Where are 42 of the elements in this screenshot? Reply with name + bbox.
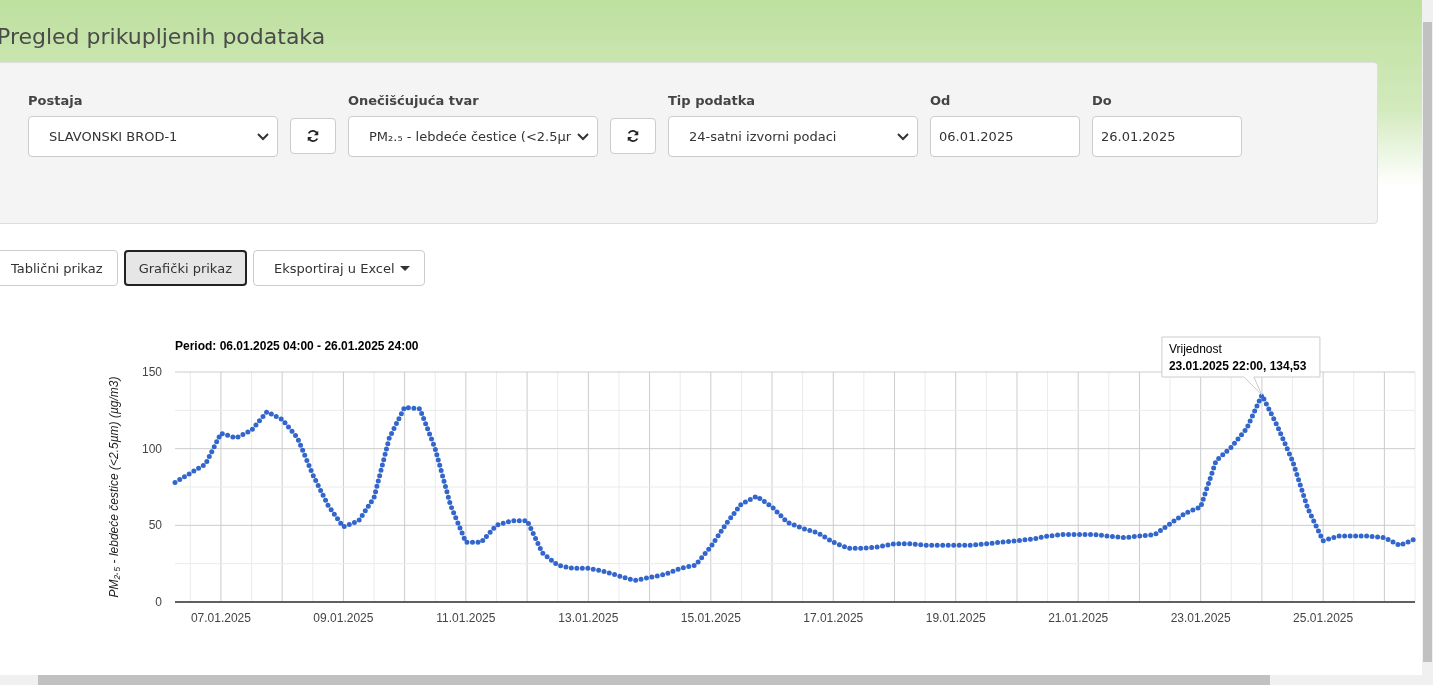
- x-tick-label: 17.01.2025: [803, 611, 864, 625]
- field-label: Onečišćujuća tvar: [348, 93, 480, 108]
- chart-title: Period: 06.01.2025 04:00 - 26.01.2025 24:00: [175, 339, 419, 353]
- chevron-down-icon: [897, 132, 909, 141]
- field-label: Od: [930, 93, 952, 108]
- field-label: Postaja: [28, 93, 84, 108]
- vertical-scrollbar[interactable]: [1422, 0, 1433, 685]
- y-tick-label: 100: [141, 441, 162, 456]
- y-tick-label: 50: [148, 518, 162, 533]
- x-tick-label: 23.01.2025: [1170, 611, 1231, 625]
- view-tab[interactable]: Tablični prikaz: [0, 250, 118, 286]
- view-tab[interactable]: Grafički prikaz: [123, 250, 247, 286]
- date-field[interactable]: 26.01.2025: [1092, 116, 1242, 157]
- chevron-down-icon: [577, 132, 589, 141]
- annotation: 23.01.2025 22:00, 134,53: [1168, 359, 1307, 373]
- refresh-icon: [626, 129, 640, 143]
- y-tick-label: 0: [155, 595, 162, 609]
- horizontal-scrollbar[interactable]: [0, 675, 1422, 685]
- field-label: Tip podatka: [668, 93, 757, 108]
- export-dropdown-button[interactable]: Eksportiraj u Excel: [252, 250, 425, 286]
- y-axis-title: PM₂.₅ - lebdeće čestice (<2.5µm) (µg/m3): [107, 376, 121, 598]
- x-tick-label: 09.01.2025: [313, 611, 374, 625]
- dropdown[interactable]: PM₂.₅ - lebdeće čestice (<2.5µr: [348, 116, 598, 157]
- x-tick-label: 11.01.2025: [436, 611, 496, 625]
- field-label: Do: [1092, 93, 1113, 108]
- x-tick-label: 19.01.2025: [925, 611, 986, 625]
- dropdown[interactable]: SLAVONSKI BROD-1: [28, 116, 278, 157]
- date-field[interactable]: 06.01.2025: [930, 116, 1080, 157]
- y-tick-label: 150: [141, 365, 162, 379]
- caret-icon: [399, 265, 410, 271]
- x-tick-label: 25.01.2025: [1293, 611, 1354, 625]
- page-title: Pregled prikupljenih podataka: [0, 23, 327, 51]
- x-tick-label: 15.01.2025: [680, 611, 741, 625]
- refresh-icon: [306, 129, 320, 143]
- x-tick-label: 13.01.2025: [558, 611, 619, 625]
- x-tick-label: 21.01.2025: [1048, 611, 1109, 625]
- dropdown[interactable]: 24-satni izvorni podaci: [668, 116, 918, 157]
- x-tick-label: 07.01.2025: [190, 611, 251, 625]
- chevron-down-icon: [257, 132, 269, 141]
- refresh-button[interactable]: [610, 118, 656, 154]
- refresh-button[interactable]: [290, 118, 336, 154]
- value-tooltip: Vrijednost 23.01.2025 22:00, 134,53: [1161, 336, 1321, 396]
